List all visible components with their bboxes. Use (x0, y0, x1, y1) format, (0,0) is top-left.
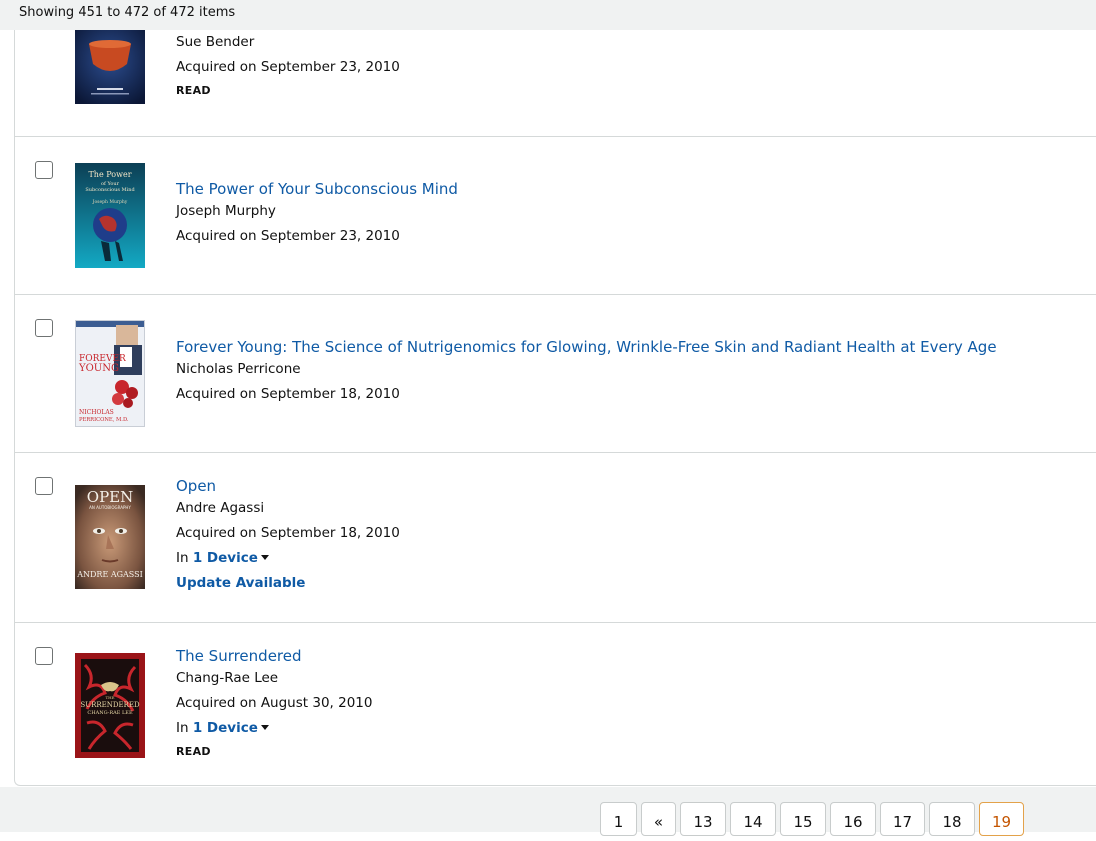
svg-text:NICHOLAS: NICHOLAS (79, 409, 114, 416)
book-cover[interactable] (75, 30, 145, 104)
cover-image-face: OPEN AN AUTOBIOGRAPHY ANDRE AGASSI (75, 485, 145, 589)
read-badge: READ (176, 84, 211, 97)
cover-image-portrait: FOREVER YOUNG NICHOLAS PERRICONE, M.D. (76, 321, 144, 426)
book-title-link[interactable]: The Power of Your Subconscious Mind (176, 180, 458, 198)
svg-text:CHANG-RAE LEE: CHANG-RAE LEE (87, 710, 133, 716)
device-prefix: In (176, 550, 189, 566)
page-button-1[interactable]: 1 (600, 802, 637, 836)
book-cover[interactable]: OPEN AN AUTOBIOGRAPHY ANDRE AGASSI (75, 485, 145, 589)
book-title-link[interactable]: Open (176, 477, 216, 495)
book-author: Sue Bender (176, 34, 255, 50)
book-cover[interactable]: The Power of Your Subconscious Mind Jose… (75, 163, 145, 268)
svg-text:YOUNG: YOUNG (78, 363, 119, 374)
book-title-link[interactable]: The Surrendered (176, 647, 302, 665)
row-divider (14, 136, 1096, 137)
device-info: In 1 Device (176, 550, 269, 566)
acquired-date: Acquired on September 23, 2010 (176, 228, 400, 244)
svg-text:THE: THE (105, 695, 114, 700)
svg-text:OPEN: OPEN (87, 488, 133, 506)
acquired-date: Acquired on September 23, 2010 (176, 59, 400, 75)
select-checkbox[interactable] (35, 319, 53, 337)
caret-down-icon[interactable] (260, 554, 269, 560)
book-author: Joseph Murphy (176, 203, 276, 219)
acquired-date: Acquired on August 30, 2010 (176, 695, 373, 711)
book-cover[interactable]: THE SURRENDERED CHANG-RAE LEE (75, 653, 145, 758)
results-count: Showing 451 to 472 of 472 items (19, 5, 236, 20)
update-available-link[interactable]: Update Available (176, 575, 305, 591)
caret-down-icon[interactable] (260, 724, 269, 730)
row-divider (14, 452, 1096, 453)
device-prefix: In (176, 720, 189, 736)
select-checkbox[interactable] (35, 161, 53, 179)
page-button-17[interactable]: 17 (880, 802, 925, 836)
read-badge: READ (176, 745, 211, 758)
row-divider (14, 622, 1096, 623)
svg-text:Subconscious Mind: Subconscious Mind (85, 187, 135, 193)
cover-image-globe: The Power of Your Subconscious Mind Jose… (75, 163, 145, 268)
page-prev-button[interactable]: « (641, 802, 676, 836)
page-button-16[interactable]: 16 (830, 802, 876, 836)
cover-image-ornament: THE SURRENDERED CHANG-RAE LEE (75, 653, 145, 758)
page-button-14[interactable]: 14 (730, 802, 776, 836)
select-checkbox[interactable] (35, 477, 53, 495)
svg-text:The Power: The Power (88, 170, 131, 179)
book-author: Chang-Rae Lee (176, 670, 279, 686)
svg-text:SURRENDERED: SURRENDERED (80, 701, 140, 709)
page-button-13[interactable]: 13 (680, 802, 726, 836)
book-cover[interactable]: FOREVER YOUNG NICHOLAS PERRICONE, M.D. (75, 320, 145, 427)
page-button-current[interactable]: 19 (979, 802, 1024, 836)
acquired-date: Acquired on September 18, 2010 (176, 525, 400, 541)
book-author: Andre Agassi (176, 500, 265, 516)
top-status-bar: Showing 451 to 472 of 472 items (0, 0, 1096, 30)
svg-text:AN AUTOBIOGRAPHY: AN AUTOBIOGRAPHY (89, 505, 131, 510)
device-info: In 1 Device (176, 720, 269, 736)
svg-text:Joseph Murphy: Joseph Murphy (92, 199, 128, 205)
book-author: Nicholas Perricone (176, 361, 301, 377)
device-dropdown-link[interactable]: 1 Device (193, 550, 258, 566)
svg-text:PERRICONE, M.D.: PERRICONE, M.D. (79, 417, 129, 423)
device-dropdown-link[interactable]: 1 Device (193, 720, 258, 736)
select-checkbox[interactable] (35, 647, 53, 665)
svg-text:ANDRE AGASSI: ANDRE AGASSI (76, 570, 143, 579)
row-divider (14, 294, 1096, 295)
cover-image-bowl (75, 30, 145, 104)
page-button-15[interactable]: 15 (780, 802, 826, 836)
page-button-18[interactable]: 18 (929, 802, 975, 836)
acquired-date: Acquired on September 18, 2010 (176, 386, 400, 402)
book-title-link[interactable]: Forever Young: The Science of Nutrigenom… (176, 338, 997, 356)
